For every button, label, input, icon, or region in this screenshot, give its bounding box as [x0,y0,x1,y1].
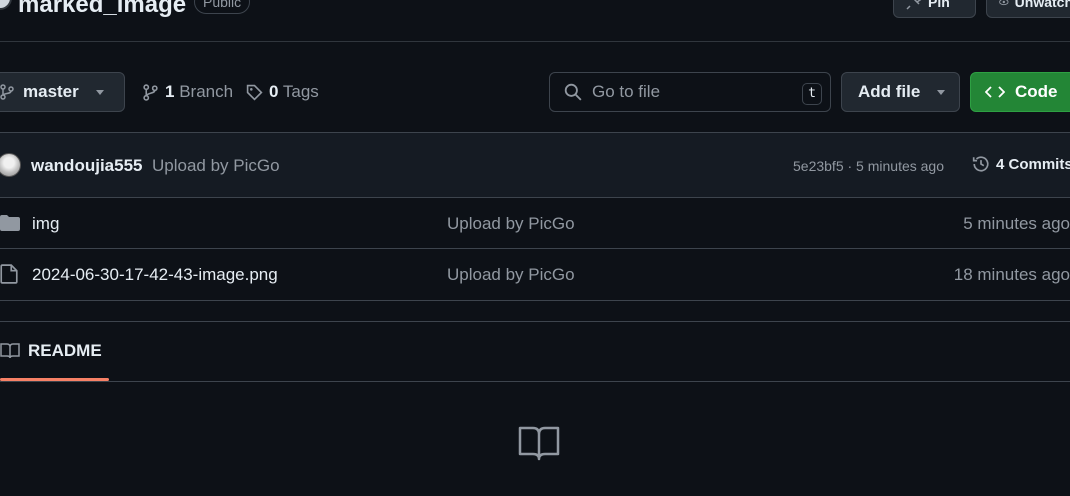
code-label: Code [1015,82,1058,101]
pin-button[interactable]: Pin [893,0,976,18]
readme-tab[interactable]: README [0,341,102,361]
go-to-file-placeholder: Go to file [592,82,661,101]
tags-link[interactable]: 0 Tags [246,82,319,102]
code-icon [985,86,1005,98]
visibility-badge: Public [194,0,251,14]
unwatch-button[interactable]: Unwatch [986,0,1070,18]
branch-count-label: Branch [179,82,234,101]
file-time: 18 minutes ago [953,265,1070,284]
branch-selector[interactable]: master [0,72,125,112]
commits-label: 4 Commits [996,155,1070,173]
code-button[interactable]: Code [970,72,1070,112]
history-icon [972,156,989,172]
branches-link[interactable]: 1 Branch [142,82,233,102]
readme-tab-label: README [28,341,102,360]
book-icon [518,425,560,466]
branch-icon [143,83,158,101]
commit-author[interactable]: wandoujia555 [31,156,142,176]
search-icon [564,83,582,101]
commit-hash-time[interactable]: 5e23bf5 · 5 minutes ago [793,158,944,174]
chevron-down-icon [937,89,945,95]
branch-count: 1 [165,82,175,101]
tag-count-label: Tags [282,82,319,101]
branch-icon [0,84,14,100]
repo-title[interactable]: marked_image [18,0,186,19]
pin-icon [906,0,922,10]
readme-divider [0,381,1070,382]
file-time: 5 minutes ago [963,214,1070,233]
file-commit-message[interactable]: Upload by PicGo [447,265,575,285]
pin-label: Pin [928,0,950,10]
add-file-button[interactable]: Add file [841,72,960,112]
tag-count: 0 [269,82,279,101]
go-to-file-input[interactable]: Go to file t [549,72,831,112]
folder-icon [0,214,20,237]
branch-name: master [23,82,79,101]
readme-box-top [0,321,1070,322]
file-icon [0,264,18,289]
book-icon [0,343,20,359]
tag-icon [246,84,263,101]
eye-icon [999,0,1009,6]
row-divider [0,248,1070,249]
commits-history-link[interactable]: 4 Commits [972,155,1070,173]
commit-message[interactable]: Upload by PicGo [152,156,280,176]
header-divider [0,41,1070,42]
repo-owner-avatar[interactable] [0,0,12,10]
file-name-link[interactable]: 2024-06-30-17-42-43-image.png [32,265,278,285]
add-file-label: Add file [858,82,921,101]
keyboard-shortcut: t [802,83,822,105]
chevron-down-icon [96,89,104,95]
file-commit-message[interactable]: Upload by PicGo [447,214,575,234]
file-name-link[interactable]: img [32,214,59,234]
unwatch-label: Unwatch [1014,0,1070,10]
